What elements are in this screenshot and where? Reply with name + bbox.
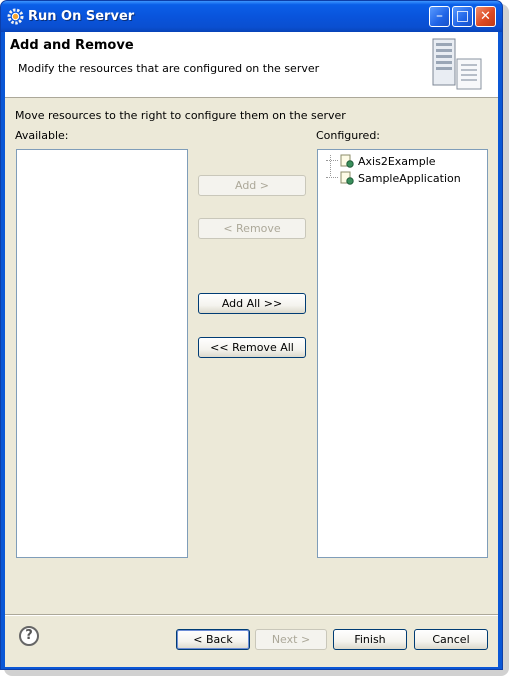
available-list[interactable]	[16, 149, 188, 558]
title-bar[interactable]: Run On Server _ □ ✕	[1, 1, 502, 32]
configured-tree[interactable]: Axis2Example SampleApplication	[317, 149, 488, 558]
next-button[interactable]: Next >	[255, 629, 327, 650]
available-label: Available:	[15, 129, 69, 142]
tree-branch	[326, 160, 338, 162]
window-title: Run On Server	[28, 9, 135, 24]
maximize-button[interactable]: □	[452, 6, 473, 27]
dialog-client-area: Add and Remove Modify the resources that…	[5, 32, 498, 667]
footer-separator	[5, 614, 498, 616]
close-icon: ✕	[480, 9, 491, 24]
finish-button[interactable]: Finish	[333, 629, 407, 650]
help-icon[interactable]: ?	[19, 626, 39, 646]
configured-label: Configured:	[316, 129, 381, 142]
remove-all-button[interactable]: << Remove All	[198, 337, 306, 358]
eclipse-gear-icon	[7, 8, 24, 25]
add-all-button[interactable]: Add All >>	[198, 293, 306, 314]
close-button[interactable]: ✕	[475, 6, 496, 27]
minimize-button[interactable]: _	[429, 4, 450, 27]
instruction-text: Move resources to the right to configure…	[15, 109, 346, 122]
tree-item-label: Axis2Example	[358, 154, 436, 168]
maximize-icon: □	[455, 8, 470, 24]
tree-item-axis2example[interactable]: Axis2Example	[326, 153, 436, 169]
wizard-header: Add and Remove Modify the resources that…	[5, 32, 498, 98]
web-module-icon	[340, 171, 354, 185]
page-title: Add and Remove	[10, 38, 134, 53]
minimize-icon: _	[436, 4, 443, 17]
tree-item-label: SampleApplication	[358, 171, 461, 185]
back-button[interactable]: < Back	[176, 629, 250, 650]
remove-button[interactable]: < Remove	[198, 218, 306, 239]
page-description: Modify the resources that are configured…	[18, 62, 320, 75]
cancel-button[interactable]: Cancel	[414, 629, 488, 650]
add-button[interactable]: Add >	[198, 175, 306, 196]
web-module-icon	[340, 154, 354, 168]
server-wizard-icon	[432, 38, 482, 90]
run-on-server-dialog: Run On Server _ □ ✕ Add and Remove Modif…	[0, 0, 503, 670]
tree-item-sampleapplication[interactable]: SampleApplication	[326, 170, 461, 186]
tree-branch	[326, 177, 338, 179]
